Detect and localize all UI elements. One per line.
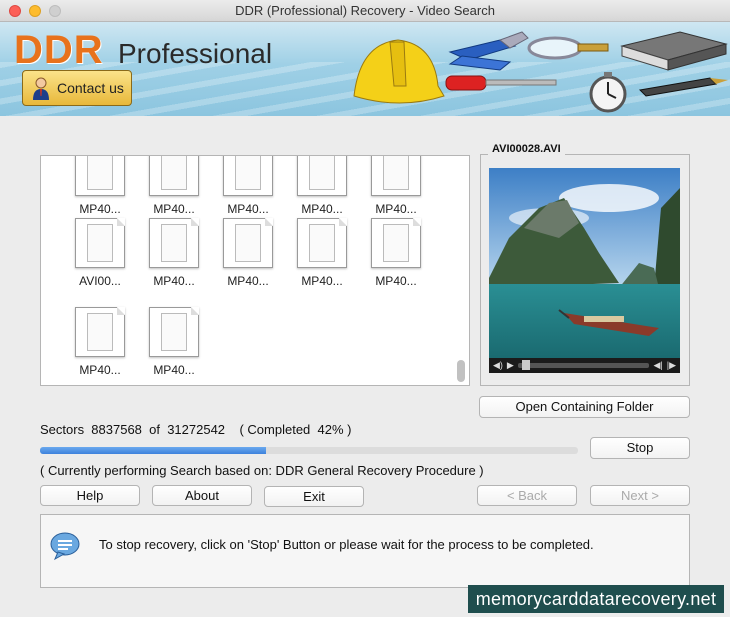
file-item[interactable]: MP40... [366, 156, 426, 216]
file-item[interactable]: MP40... [70, 156, 130, 216]
file-item[interactable]: MP40... [144, 218, 204, 288]
file-name: MP40... [79, 202, 121, 216]
file-icon [75, 156, 125, 196]
file-item[interactable]: MP40... [70, 307, 130, 377]
seek-knob[interactable] [521, 360, 530, 370]
exit-button[interactable]: Exit [264, 486, 364, 507]
magnifier-icon [527, 36, 609, 60]
file-icon [223, 218, 273, 268]
progress-bar [40, 447, 578, 454]
progress-fill [40, 447, 266, 454]
message-text: To stop recovery, click on 'Stop' Button… [99, 537, 594, 552]
video-controls: ◀) ▶ ◀| |▶ [489, 358, 680, 373]
file-name: MP40... [375, 274, 417, 288]
grid-scrollbar-thumb[interactable] [457, 360, 465, 382]
file-name: MP40... [153, 202, 195, 216]
next-button[interactable]: Next > [590, 485, 690, 506]
file-icon [75, 218, 125, 268]
file-grid-panel[interactable]: MP40... MP40... MP40... MP40... MP40... … [40, 155, 470, 386]
file-name: MP40... [301, 202, 343, 216]
file-icon [223, 156, 273, 196]
logo-professional: Professional [118, 38, 273, 69]
contact-us-label: Contact us [57, 80, 124, 96]
open-containing-folder-button[interactable]: Open Containing Folder [479, 396, 690, 418]
procedure-status: ( Currently performing Search based on: … [40, 463, 484, 478]
header-banner: DDR Professional Contact us [0, 22, 730, 116]
help-button[interactable]: Help [40, 485, 140, 506]
file-item[interactable]: MP40... [218, 156, 278, 216]
maximize-window-button[interactable] [49, 5, 61, 17]
file-name: AVI00... [79, 274, 121, 288]
file-item[interactable]: MP40... [218, 218, 278, 288]
stopwatch-icon [589, 72, 627, 113]
screwdriver-icon [445, 75, 557, 91]
file-icon [371, 156, 421, 196]
title-bar: DDR (Professional) Recovery - Video Sear… [0, 0, 730, 22]
file-item[interactable]: MP40... [144, 156, 204, 216]
watermark-label: memorycarddatarecovery.net [468, 585, 724, 613]
hard-hat-icon [353, 39, 445, 104]
window-title: DDR (Professional) Recovery - Video Sear… [235, 3, 495, 18]
file-icon [297, 156, 347, 196]
file-name: MP40... [375, 202, 417, 216]
file-name: MP40... [79, 363, 121, 377]
file-icon [371, 218, 421, 268]
contact-us-button[interactable]: Contact us [22, 70, 132, 106]
seek-bar[interactable] [517, 360, 650, 370]
back-button[interactable]: < Back [477, 485, 577, 506]
file-item[interactable]: MP40... [292, 156, 352, 216]
file-item[interactable]: AVI00... [70, 218, 130, 288]
file-name: MP40... [153, 274, 195, 288]
file-item[interactable]: MP40... [366, 218, 426, 288]
file-item[interactable]: MP40... [144, 307, 204, 377]
volume-icon[interactable]: ◀) [493, 360, 503, 371]
file-icon [297, 218, 347, 268]
about-button[interactable]: About [152, 485, 252, 506]
file-icon [149, 218, 199, 268]
tools-illustration [353, 31, 728, 113]
preview-title: AVI00028.AVI [488, 143, 565, 155]
step-back-icon[interactable]: ◀| [653, 360, 662, 371]
speech-bubble-icon [50, 532, 80, 561]
file-name: MP40... [227, 274, 269, 288]
step-forward-icon[interactable]: |▶ [667, 360, 676, 371]
pen-icon [638, 77, 728, 97]
book-icon [620, 31, 728, 71]
file-icon [149, 156, 199, 196]
play-icon[interactable]: ▶ [507, 360, 514, 371]
pliers-icon [448, 31, 529, 71]
file-icon [149, 307, 199, 357]
logo-ddr: DDR [14, 28, 104, 72]
minimize-window-button[interactable] [29, 5, 41, 17]
close-window-button[interactable] [9, 5, 21, 17]
file-name: MP40... [227, 202, 269, 216]
video-preview [489, 168, 680, 358]
stop-button[interactable]: Stop [590, 437, 690, 459]
file-icon [75, 307, 125, 357]
file-name: MP40... [153, 363, 195, 377]
file-item[interactable]: MP40... [292, 218, 352, 288]
person-icon [33, 77, 49, 100]
file-name: MP40... [301, 274, 343, 288]
sectors-status: Sectors 8837568 of 31272542 ( Completed … [40, 422, 352, 437]
